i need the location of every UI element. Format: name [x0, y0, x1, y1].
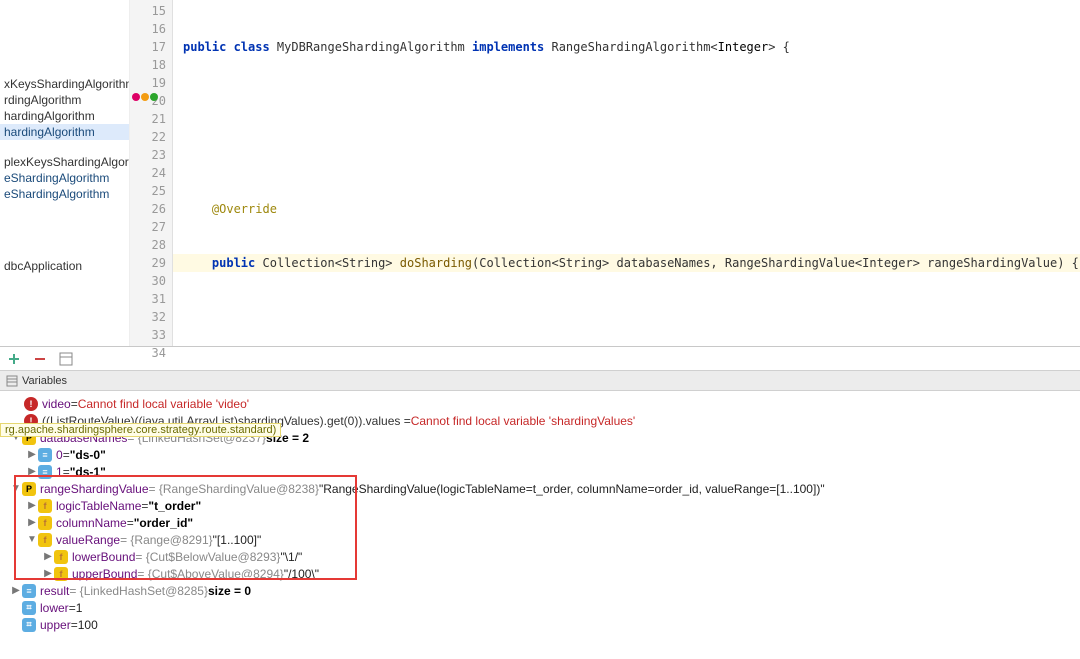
element-icon: ≡: [22, 584, 36, 598]
line-gutter[interactable]: 151617 181920 212223 242526 272829 30313…: [130, 0, 173, 346]
tree-item[interactable]: plexKeysShardingAlgorith: [0, 154, 129, 170]
tree-item[interactable]: xKeysShardingAlgorithm: [0, 76, 129, 92]
expand-icon[interactable]: ▼: [26, 534, 38, 545]
new-watch-icon[interactable]: [6, 351, 22, 367]
remove-watch-icon[interactable]: [32, 351, 48, 367]
field-icon: f: [54, 550, 68, 564]
param-icon: P: [22, 482, 36, 496]
gutter-run-icons[interactable]: [132, 93, 158, 101]
editor-region: xKeysShardingAlgorithm rdingAlgorithm ha…: [0, 0, 1080, 347]
expand-icon[interactable]: ▶: [42, 551, 54, 562]
tree-item[interactable]: rdingAlgorithm: [0, 92, 129, 108]
expand-icon[interactable]: ▶: [10, 585, 22, 596]
variables-title: Variables: [22, 375, 67, 387]
expand-icon[interactable]: ▶: [42, 568, 54, 579]
error-icon: !: [24, 397, 38, 411]
variables-header[interactable]: Variables: [0, 371, 1080, 391]
field-icon: f: [38, 499, 52, 513]
tree-item[interactable]: eShardingAlgorithm: [0, 170, 129, 186]
project-tree[interactable]: xKeysShardingAlgorithm rdingAlgorithm ha…: [0, 0, 130, 346]
debugger-panel: Variables rg.apache.shardingsphere.core.…: [0, 347, 1080, 659]
field-icon: f: [38, 533, 52, 547]
expand-icon[interactable]: ▶: [26, 517, 38, 528]
field-icon: f: [38, 516, 52, 530]
element-icon: ≡: [38, 465, 52, 479]
expand-icon[interactable]: ▼: [10, 483, 22, 494]
element-icon: ⌗: [22, 618, 36, 632]
expand-icon[interactable]: ▶: [26, 500, 38, 511]
tree-item[interactable]: eShardingAlgorithm: [0, 186, 129, 202]
package-hint: rg.apache.shardingsphere.core.strategy.r…: [0, 423, 281, 437]
field-icon: f: [54, 567, 68, 581]
expand-icon[interactable]: ▶: [26, 466, 38, 477]
code-editor[interactable]: public class MyDBRangeShardingAlgorithm …: [173, 0, 1080, 346]
variables-icon: [6, 375, 18, 387]
tree-view-icon[interactable]: [58, 351, 74, 367]
variables-tree[interactable]: rg.apache.shardingsphere.core.strategy.r…: [0, 391, 1080, 659]
expand-icon[interactable]: ▶: [26, 449, 38, 460]
tree-item[interactable]: hardingAlgorithm: [0, 108, 129, 124]
tree-item-active[interactable]: hardingAlgorithm: [0, 124, 129, 140]
tree-item[interactable]: dbcApplication: [0, 258, 129, 274]
element-icon: ⌗: [22, 601, 36, 615]
element-icon: ≡: [38, 448, 52, 462]
